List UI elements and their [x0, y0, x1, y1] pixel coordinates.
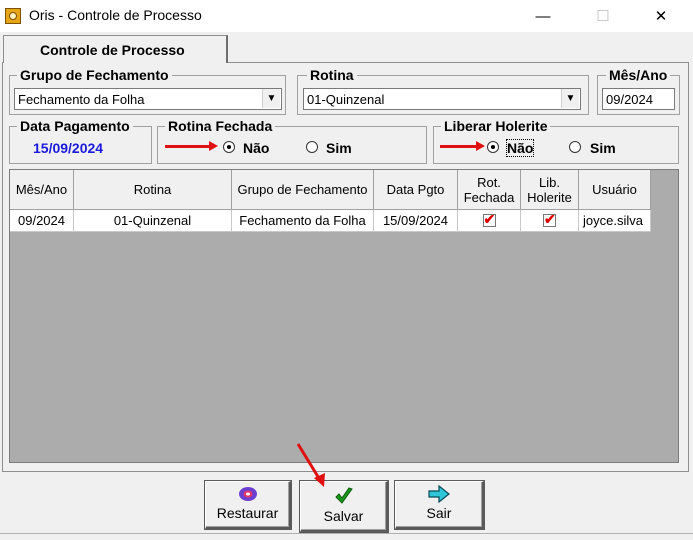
mesano-title: Mês/Ano [606, 67, 671, 83]
table-cell-data[interactable]: 15/09/2024 [374, 210, 458, 232]
rotina-fechada-sim-label[interactable]: Sim [326, 140, 352, 156]
rotina-fechada-sim-radio[interactable] [306, 141, 318, 153]
rotina-fechada-nao-radio[interactable] [223, 141, 235, 153]
data-pagamento-title: Data Pagamento [17, 118, 133, 134]
annotation-arrow [440, 141, 485, 151]
restore-icon [238, 487, 257, 501]
sair-label: Sair [426, 505, 452, 521]
rot-fechada-checkbox[interactable]: ✔ [482, 211, 496, 227]
table-cell-lib-holerite[interactable]: ✔ [521, 210, 579, 232]
rotina-select[interactable]: 01-Quinzenal [303, 88, 581, 110]
close-button[interactable]: ✕ [638, 0, 684, 32]
liberar-holerite-nao-radio[interactable] [487, 141, 499, 153]
column-header-rot-fechada[interactable]: Rot. Fechada [458, 170, 521, 210]
liberar-holerite-title: Liberar Holerite [441, 118, 551, 134]
rotina-fechada-nao-label[interactable]: Não [243, 140, 269, 156]
mesano-input[interactable]: 09/2024 [602, 88, 675, 110]
status-divider [0, 533, 693, 534]
checkmark-icon [334, 487, 353, 504]
salvar-label: Salvar [323, 508, 364, 524]
table-cell-usuario[interactable]: joyce.silva [579, 210, 651, 232]
data-pagamento-value: 15/09/2024 [33, 140, 104, 156]
arrow-right-icon [428, 485, 450, 503]
table-cell-mesano[interactable]: 09/2024 [10, 210, 74, 232]
maximize-button[interactable]: ☐ [580, 0, 626, 32]
rotina-title: Rotina [307, 67, 357, 83]
column-header-usuario[interactable]: Usuário [579, 170, 651, 210]
check-icon: ✔ [544, 211, 556, 227]
minimize-button[interactable]: — [520, 0, 566, 32]
grupo-fechamento-title: Grupo de Fechamento [17, 67, 172, 83]
chevron-down-icon[interactable]: ▼ [561, 89, 579, 108]
liberar-holerite-nao-label[interactable]: Não [505, 139, 535, 157]
annotation-arrow [296, 443, 325, 487]
window-title: Oris - Controle de Processo [29, 7, 202, 23]
chevron-down-icon[interactable]: ▼ [262, 89, 280, 108]
grupo-fechamento-select[interactable]: Fechamento da Folha [14, 88, 282, 110]
tab-label: Controle de Processo [40, 42, 185, 58]
restaurar-button[interactable]: Restaurar [204, 480, 292, 530]
liberar-holerite-sim-radio[interactable] [569, 141, 581, 153]
column-header-grupo[interactable]: Grupo de Fechamento [232, 170, 374, 210]
lib-holerite-checkbox[interactable]: ✔ [543, 211, 556, 227]
rotina-value: 01-Quinzenal [307, 92, 385, 107]
app-icon [5, 8, 21, 24]
column-header-rotina[interactable]: Rotina [74, 170, 232, 210]
column-header-data-pgto[interactable]: Data Pgto [374, 170, 458, 210]
restaurar-label: Restaurar [216, 505, 279, 521]
rotina-fechada-title: Rotina Fechada [165, 118, 276, 134]
liberar-holerite-sim-label[interactable]: Sim [590, 140, 616, 156]
table-cell-rot-fechada[interactable]: ✔ [458, 210, 521, 232]
column-header-mesano[interactable]: Mês/Ano [10, 170, 74, 210]
column-header-lib-holerite[interactable]: Lib. Holerite [521, 170, 579, 210]
table-cell-grupo[interactable]: Fechamento da Folha [232, 210, 374, 232]
check-icon: ✔ [483, 211, 496, 227]
grupo-fechamento-value: Fechamento da Folha [18, 92, 145, 107]
annotation-arrow [165, 141, 218, 151]
sair-button[interactable]: Sair [394, 480, 485, 530]
table-cell-rotina[interactable]: 01-Quinzenal [74, 210, 232, 232]
